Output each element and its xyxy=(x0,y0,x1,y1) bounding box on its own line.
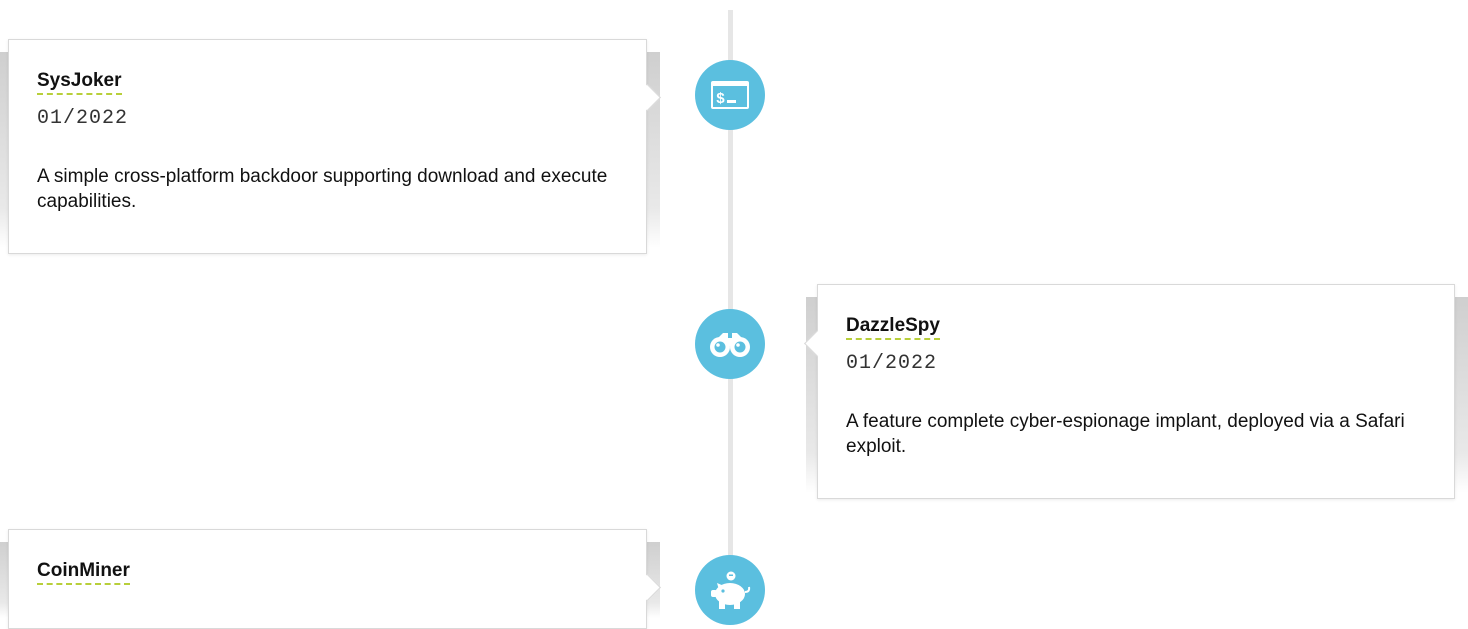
timeline-node: $ xyxy=(695,60,765,130)
terminal-icon: $ xyxy=(711,81,749,109)
timeline-node xyxy=(695,309,765,379)
entry-title-link[interactable]: SysJoker xyxy=(37,70,122,95)
timeline-card: DazzleSpy 01/2022 A feature complete cyb… xyxy=(817,284,1455,499)
entry-title-link[interactable]: CoinMiner xyxy=(37,560,130,585)
binoculars-icon xyxy=(710,333,750,357)
piggy-bank-icon xyxy=(711,571,751,609)
svg-text:$: $ xyxy=(716,91,725,108)
entry-title-link[interactable]: DazzleSpy xyxy=(846,315,940,340)
entry-description: A simple cross-platform backdoor support… xyxy=(37,166,608,212)
entry-date: 01/2022 xyxy=(37,107,129,130)
entry-date: 01/2022 xyxy=(846,352,938,375)
timeline-card: CoinMiner xyxy=(8,529,647,629)
timeline-node xyxy=(695,555,765,625)
entry-description: A feature complete cyber-espionage impla… xyxy=(846,411,1405,457)
timeline-card: SysJoker 01/2022 A simple cross-platform… xyxy=(8,39,647,254)
